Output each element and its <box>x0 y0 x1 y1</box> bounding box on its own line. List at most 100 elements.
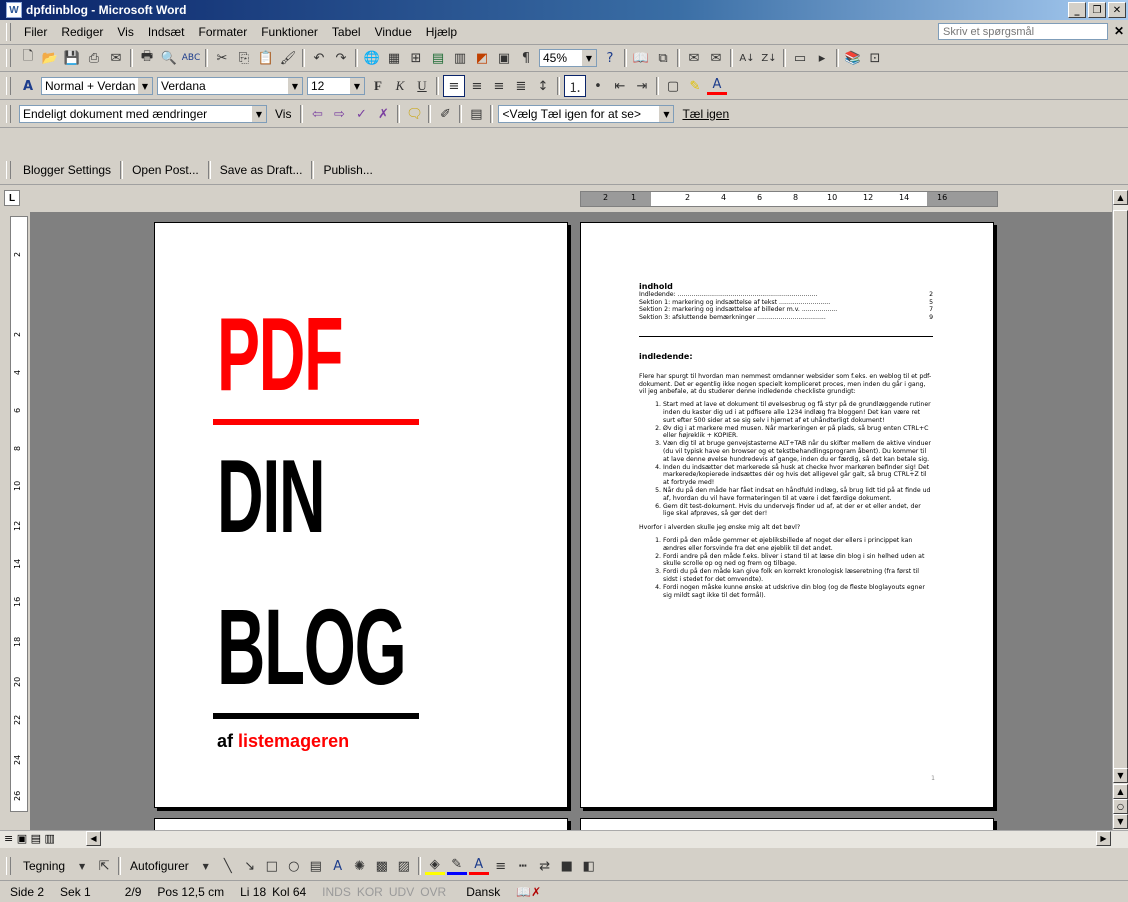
toolbar-grip[interactable] <box>6 49 11 67</box>
copy-icon[interactable]: ⎘ <box>234 48 254 68</box>
blogger-settings-button[interactable]: Blogger Settings <box>17 161 117 179</box>
select-objects-icon[interactable]: ⇱ <box>94 856 114 876</box>
close-document-icon[interactable]: ✕ <box>1114 24 1124 38</box>
oval-icon[interactable]: ○ <box>284 856 304 876</box>
drawing-icon[interactable]: ◩ <box>472 48 492 68</box>
status-rec[interactable]: INDS <box>322 885 351 899</box>
wordart-icon[interactable]: A <box>328 856 348 876</box>
scroll-thumb[interactable] <box>1113 210 1128 770</box>
spelling-status-icon[interactable]: 📖✗ <box>516 885 541 899</box>
print-icon[interactable]: 🖶 <box>137 48 157 68</box>
justify-icon[interactable]: ≣ <box>511 76 531 96</box>
previous-page-icon[interactable]: ▲ <box>1113 784 1128 799</box>
line-spacing-icon[interactable]: ↕ <box>533 76 553 96</box>
font-combo[interactable]: Verdana ▼ <box>157 77 303 95</box>
show-hide-icon[interactable]: ¶ <box>516 48 536 68</box>
save-icon[interactable]: 💾 <box>62 48 82 68</box>
document-area[interactable]: PDF DIN BLOG af listemageren indhold Ind… <box>30 212 1112 830</box>
spelling-icon[interactable]: ABC <box>181 48 201 68</box>
show-menu-button[interactable]: Vis <box>269 105 297 123</box>
scroll-left-icon[interactable]: ◀ <box>86 831 101 846</box>
new-document-icon[interactable]: 🗋 <box>18 48 38 68</box>
zoom-combo[interactable]: 45% ▼ <box>539 49 597 67</box>
menu-vindue[interactable]: Vindue <box>368 25 419 39</box>
decrease-indent-icon[interactable]: ⇤ <box>610 76 630 96</box>
field-icon[interactable]: ▭ <box>790 48 810 68</box>
tables-borders-icon[interactable]: ▦ <box>384 48 404 68</box>
macro-icon[interactable]: ▸ <box>812 48 832 68</box>
vertical-ruler[interactable]: 2 2 4 6 8 10 12 14 16 18 20 22 24 26 <box>10 216 28 812</box>
drawing-menu-button[interactable]: Tegning <box>17 857 71 875</box>
save-as-draft-button[interactable]: Save as Draft... <box>214 161 309 179</box>
align-center-icon[interactable]: ≡ <box>467 76 487 96</box>
scroll-up-icon[interactable]: ▲ <box>1113 190 1128 205</box>
insert-comment-icon[interactable]: 🗨 <box>404 104 424 124</box>
toc-entry[interactable]: Indledende: ............................… <box>639 291 933 299</box>
font-color-icon[interactable]: A <box>468 857 489 875</box>
toolbar-grip[interactable] <box>6 23 11 41</box>
previous-change-icon[interactable]: ⇦ <box>307 104 327 124</box>
menu-formater[interactable]: Formater <box>192 25 255 39</box>
close-button[interactable]: ✕ <box>1108 2 1126 18</box>
word-count-combo[interactable]: <Vælg Tæl igen for at se> ▼ <box>498 105 675 123</box>
envelope-icon[interactable]: ✉ <box>706 48 726 68</box>
publish-button[interactable]: Publish... <box>317 161 378 179</box>
email-icon[interactable]: ✉ <box>106 48 126 68</box>
chevron-down-icon[interactable]: ▼ <box>288 78 302 94</box>
chevron-down-icon[interactable]: ▼ <box>196 856 216 876</box>
bullets-icon[interactable]: • <box>588 76 608 96</box>
format-painter-icon[interactable]: 🖌 <box>278 48 298 68</box>
status-language[interactable]: Dansk <box>466 885 500 899</box>
align-right-icon[interactable]: ≡ <box>489 76 509 96</box>
tab-selector[interactable]: L <box>4 190 20 206</box>
insert-excel-icon[interactable]: ▤ <box>428 48 448 68</box>
dash-style-icon[interactable]: ┅ <box>513 856 533 876</box>
recount-button[interactable]: Tæl igen <box>676 105 735 123</box>
increase-indent-icon[interactable]: ⇥ <box>632 76 652 96</box>
track-changes-icon[interactable]: ✐ <box>435 104 455 124</box>
chevron-down-icon[interactable]: ▼ <box>350 78 364 94</box>
hyperlink-icon[interactable]: 🌐 <box>362 48 382 68</box>
ask-question-input[interactable]: Skriv et spørgsmål <box>938 23 1108 40</box>
cut-icon[interactable]: ✂ <box>212 48 232 68</box>
3d-icon[interactable]: ◧ <box>579 856 599 876</box>
menu-funktioner[interactable]: Funktioner <box>254 25 325 39</box>
sort-ascending-icon[interactable]: A↓ <box>737 48 757 68</box>
accept-change-icon[interactable]: ✓ <box>351 104 371 124</box>
fill-color-icon[interactable]: ◈ <box>424 857 445 875</box>
next-page-right[interactable] <box>580 818 994 830</box>
numbering-icon[interactable]: ⒈ <box>564 75 586 97</box>
redo-icon[interactable]: ↷ <box>331 48 351 68</box>
scroll-down-icon[interactable]: ▼ <box>1113 768 1128 783</box>
sort-descending-icon[interactable]: Z↓ <box>759 48 779 68</box>
document-map-icon[interactable]: ▣ <box>494 48 514 68</box>
menu-filer[interactable]: Filer <box>17 25 54 39</box>
diagram-icon[interactable]: ✺ <box>350 856 370 876</box>
chevron-down-icon[interactable]: ▼ <box>72 856 92 876</box>
chevron-down-icon[interactable]: ▼ <box>138 78 152 94</box>
compare-icon[interactable]: ⧉ <box>653 48 673 68</box>
content-page[interactable]: indhold Indledende: ....................… <box>580 222 994 808</box>
autoshapes-button[interactable]: Autofigurer <box>124 857 195 875</box>
horizontal-scrollbar[interactable]: ≡ ▣ ▤ ▥ ◀ ▶ <box>0 830 1128 848</box>
border-icon[interactable]: ▢ <box>663 76 683 96</box>
menu-indsaet[interactable]: Indsæt <box>141 25 192 39</box>
line-icon[interactable]: ╲ <box>218 856 238 876</box>
chevron-down-icon[interactable]: ▼ <box>252 106 266 122</box>
toolbar-grip[interactable] <box>6 105 11 123</box>
next-page-left[interactable] <box>154 818 568 830</box>
horizontal-ruler[interactable]: 2 1 2 4 6 8 10 12 14 16 <box>580 191 998 207</box>
scroll-right-icon[interactable]: ▶ <box>1096 831 1111 846</box>
shadow-icon[interactable]: ■ <box>557 856 577 876</box>
minimize-button[interactable]: _ <box>1068 2 1086 18</box>
document-body[interactable]: indhold Indledende: ....................… <box>639 283 933 605</box>
menu-tabel[interactable]: Tabel <box>325 25 368 39</box>
toolbar-grip[interactable] <box>6 161 11 179</box>
line-style-icon[interactable]: ≡ <box>491 856 511 876</box>
bold-icon[interactable]: F <box>368 76 388 96</box>
status-ovr[interactable]: OVR <box>420 885 446 899</box>
browse-object-icon[interactable]: ○ <box>1113 799 1128 814</box>
toc-entry[interactable]: Sektion 3: afsluttende bemærkninger ....… <box>639 314 933 322</box>
restore-button[interactable]: ❐ <box>1088 2 1106 18</box>
chevron-down-icon[interactable]: ▼ <box>659 106 674 122</box>
